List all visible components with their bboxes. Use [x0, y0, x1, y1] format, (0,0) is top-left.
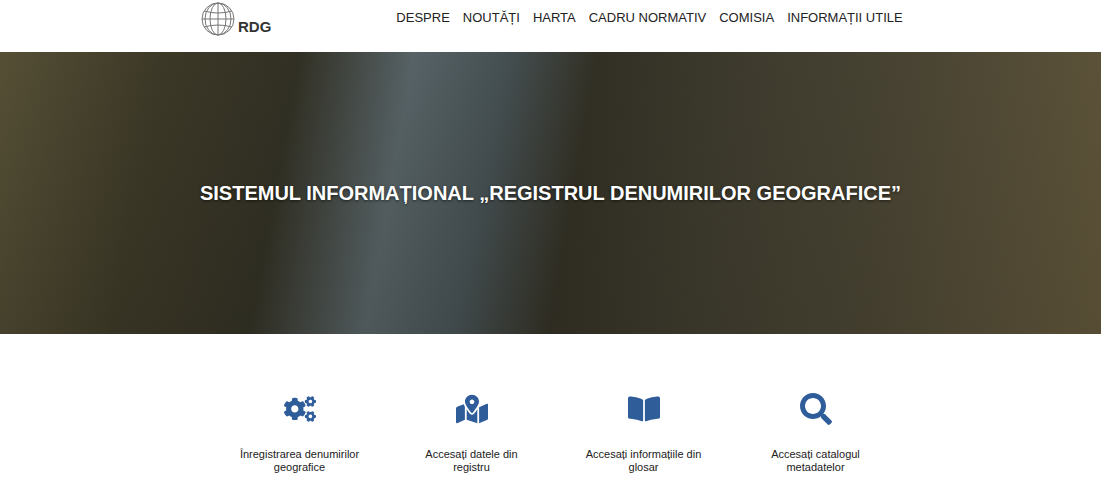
nav-item[interactable]: INFORMAȚII UTILE: [787, 10, 903, 25]
feature-label: Accesați catalogul metadatelor: [752, 448, 880, 474]
hero-title: SISTEMUL INFORMAȚIONAL „REGISTRUL DENUMI…: [200, 182, 901, 205]
logo-text: RDG: [238, 18, 271, 35]
search-icon: [800, 393, 832, 425]
nav-item[interactable]: DESPRE: [396, 10, 449, 25]
feature-label: Accesați datele din registru: [408, 448, 536, 474]
feature-icon-box: [628, 392, 660, 426]
feature-icon-box: [284, 392, 316, 426]
nav-item[interactable]: CADRU NORMATIV: [589, 10, 706, 25]
logo[interactable]: RDG: [200, 0, 271, 37]
feature-label: Înregistrarea denumirilor geografice: [236, 448, 364, 474]
gears-icon: [284, 393, 316, 425]
globe-icon: [200, 1, 236, 37]
nav-item[interactable]: COMISIA: [719, 10, 774, 25]
feature-icon-box: [456, 392, 488, 426]
feature-label: Accesați informațiile din glosar: [580, 448, 708, 474]
feature-link[interactable]: Accesați datele din registru: [397, 392, 547, 474]
features: Înregistrarea denumirilor geografice Acce…: [0, 334, 1101, 474]
header: RDG DESPRE NOUTĂȚI HARTA CADRU NORMATIV COMIS…: [0, 0, 1101, 52]
feature-link[interactable]: Înregistrarea denumirilor geografice: [225, 392, 375, 474]
main-nav: DESPRE NOUTĂȚI HARTA CADRU NORMATIV COMISIA I…: [396, 0, 902, 25]
feature-icon-box: [800, 392, 832, 426]
nav-item[interactable]: NOUTĂȚI: [463, 10, 520, 25]
hero-banner: SISTEMUL INFORMAȚIONAL „REGISTRUL DENUMI…: [0, 52, 1101, 334]
nav-item[interactable]: HARTA: [533, 10, 576, 25]
feature-link[interactable]: Accesați informațiile din glosar: [569, 392, 719, 474]
feature-link[interactable]: Accesați catalogul metadatelor: [741, 392, 891, 474]
page: RDG DESPRE NOUTĂȚI HARTA CADRU NORMATIV COMIS…: [0, 0, 1101, 502]
book-icon: [628, 393, 660, 425]
map-marker-icon: [456, 393, 488, 425]
